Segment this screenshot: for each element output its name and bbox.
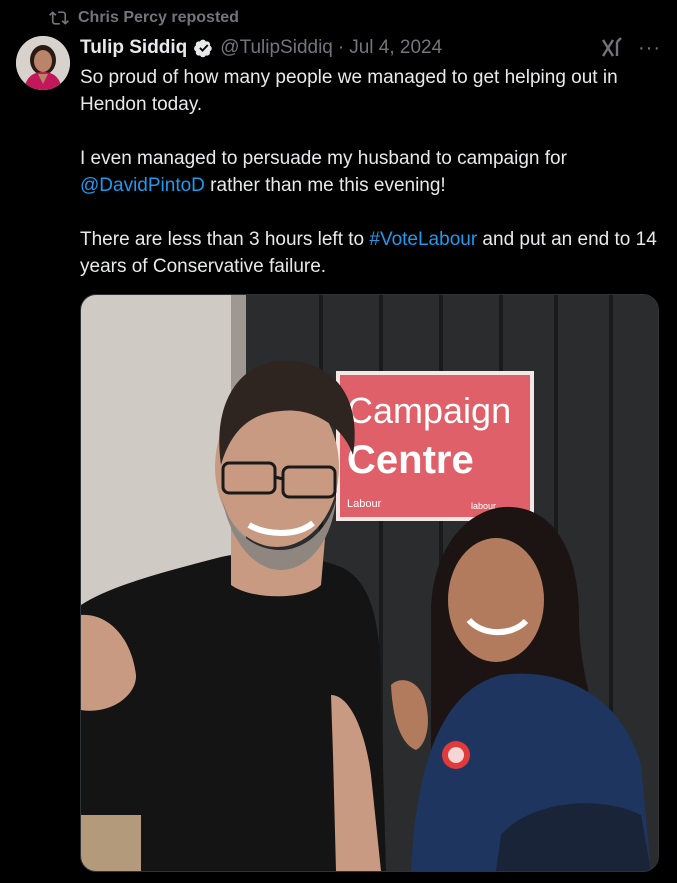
author-name[interactable]: Tulip Siddiq — [80, 37, 187, 59]
more-options-icon[interactable]: ··· — [638, 37, 661, 60]
verified-badge-icon[interactable] — [193, 37, 215, 59]
avatar[interactable] — [16, 36, 70, 90]
tweet-photo[interactable]: Campaign Centre Labour labour... — [80, 294, 659, 872]
tweet-paragraph-1: So proud of how many people we managed t… — [80, 67, 618, 115]
hashtag-link[interactable]: #VoteLabour — [369, 229, 477, 250]
mention-link[interactable]: @DavidPintoD — [80, 175, 205, 196]
tweet-text-segment: I even managed to persuade my husband to… — [80, 148, 567, 169]
tweet-paragraph-2: I even managed to persuade my husband to… — [80, 145, 660, 199]
tweet-paragraph-3: There are less than 3 hours left to #Vot… — [80, 226, 660, 280]
sign-party: Labour — [347, 498, 382, 510]
author-handle[interactable]: @TulipSiddiq — [220, 37, 333, 59]
repost-icon — [48, 8, 70, 28]
header-separator: · — [337, 37, 345, 58]
grok-icon[interactable] — [600, 36, 624, 60]
tweet-text: So proud of how many people we managed t… — [80, 64, 660, 280]
campaign-sign: Campaign Centre Labour labour... — [336, 371, 534, 521]
header-actions: ··· — [600, 35, 661, 61]
repost-label: Chris Percy reposted — [78, 9, 239, 26]
repost-indicator[interactable]: Chris Percy reposted — [48, 8, 239, 28]
tweet-date[interactable]: Jul 4, 2024 — [349, 37, 442, 59]
tweet-header: Tulip Siddiq @TulipSiddiq · Jul 4, 2024 … — [80, 35, 661, 61]
tweet-text-segment: There are less than 3 hours left to — [80, 229, 370, 250]
tweet-text-segment: rather than me this evening! — [204, 175, 446, 196]
sign-text-1: Campaign — [347, 390, 511, 431]
sign-text-2: Centre — [347, 438, 474, 482]
